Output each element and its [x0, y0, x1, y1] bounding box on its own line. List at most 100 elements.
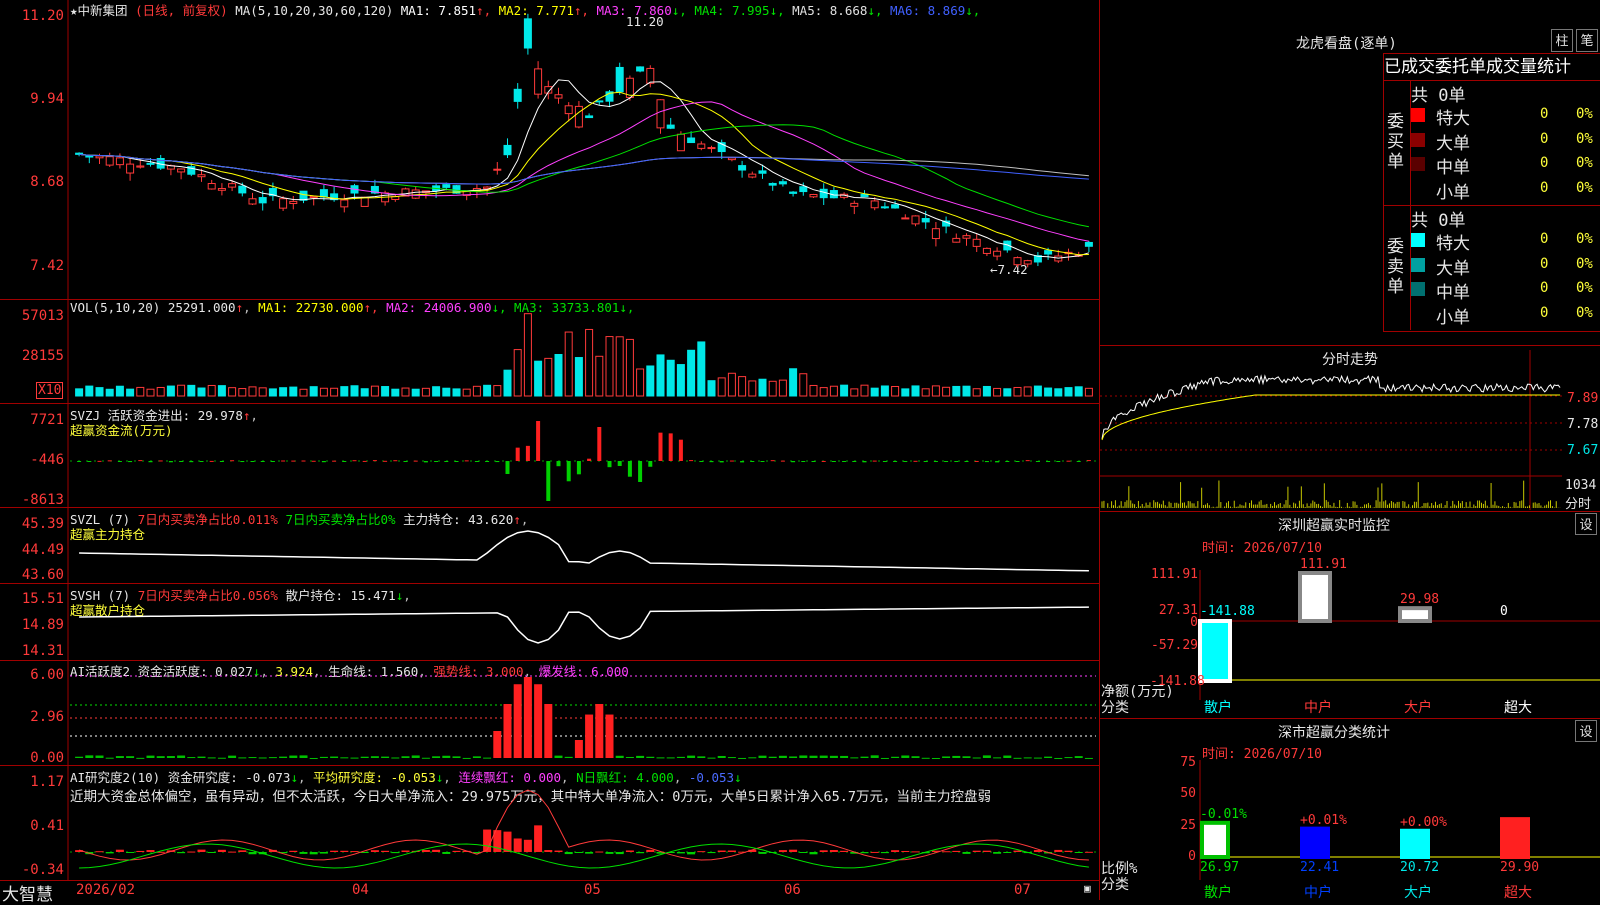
date-1: 04 [352, 882, 369, 898]
svzl-axis-1: 44.49 [21, 542, 64, 558]
vol-ma-label-2: MA2: 24006.900 [386, 300, 492, 315]
ma-label-arrow-5: ↓, [867, 3, 890, 18]
svsh-axis-1: 14.89 [21, 617, 64, 633]
buy-side-label: 委买单 [1387, 112, 1404, 172]
date-2: 05 [584, 882, 601, 898]
lhb-title: 龙虎看盘(逐单) [1296, 36, 1397, 52]
tab-executed[interactable]: 已成交 [1384, 57, 1435, 77]
sell-row-0-swatch [1411, 233, 1425, 247]
price-legend: ★中新集团 (日线, 前复权) MA(5,10,20,30,60,120) MA… [70, 0, 980, 19]
intraday-vol-label: 分时 [1565, 497, 1592, 512]
sz-class-change-1: +0.01% [1300, 812, 1347, 828]
sz-class-settings-button[interactable]: 设 [1575, 720, 1597, 742]
vol-ma-label-3: MA3: 33733.801 [514, 300, 620, 315]
sz-class-change-2: +0.00% [1400, 814, 1447, 830]
high-mark: 11.20 [626, 14, 664, 29]
sell-row-3-count: 0 [1540, 304, 1549, 321]
intraday-axis-2: 7.67 [1567, 443, 1599, 458]
date-3: 06 [784, 882, 801, 898]
sz-class-axis-1: 50 [1180, 786, 1196, 801]
sell-row-1-swatch [1411, 257, 1425, 272]
tab-orders[interactable]: 委托单 [1435, 57, 1486, 77]
ma-label-6: MA6: 8.869 [890, 3, 966, 18]
intraday-axis-0: 7.89 [1567, 391, 1599, 406]
sell-row-3-swatch [1411, 307, 1425, 321]
sz-class-value-2: 20.72 [1400, 860, 1440, 875]
ai-active-legend: AI活跃度2 资金活跃度: 0.027↓, 3.924, 生命线: 1.560,… [70, 664, 629, 679]
svzj-title: 超赢资金流(万元) [70, 423, 173, 438]
ai-research-axis-1: 0.41 [30, 818, 64, 834]
sz-class-title: 深市超赢分类统计 [1278, 725, 1390, 741]
stock-name: ★中新集团 [70, 3, 128, 18]
ai-active-axis-0: 6.00 [30, 667, 64, 683]
sz-class-box[interactable] [1100, 718, 1600, 719]
lock-icon[interactable]: ▣ [1084, 882, 1091, 895]
price-pane[interactable] [0, 0, 1100, 300]
price-axis-0: 11.20 [21, 8, 64, 24]
price-axis-3: 7.42 [30, 258, 64, 274]
chart-area[interactable]: ★中新集团 (日线, 前复权) MA(5,10,20,30,60,120) MA… [0, 0, 1100, 905]
ai-research-legend: AI研究度2(10) 资金研究度: -0.073↓, 平均研究度: -0.053… [70, 770, 742, 785]
sell-row-2-name: 中单 [1436, 283, 1470, 303]
sz-class-value-0: 26.97 [1200, 860, 1240, 875]
sz-class-value-3: 29.90 [1500, 860, 1540, 875]
buy-row-0-pct: 0% [1576, 106, 1593, 122]
vol-axis-0: 57013 [21, 308, 64, 324]
svsh-title: 超赢散户持仓 [70, 603, 146, 618]
ma-header: MA(5,10,20,30,60,120) [235, 3, 394, 18]
sz-monitor-bar-label-0: -141.88 [1200, 604, 1255, 619]
buy-row-2-swatch [1411, 157, 1425, 171]
sz-monitor-bar-label-2: 29.98 [1400, 592, 1440, 608]
ai-summary: 近期大资金总体偏空，虽有异动，但不太活跃，今日大单净流入：29.975万元，其中… [70, 789, 992, 805]
sz-class-cat-0: 散户 [1204, 885, 1232, 901]
vol-header: VOL(5,10,20) [70, 300, 161, 315]
buy-row-2-name: 中单 [1436, 158, 1470, 178]
sz-class-axis-2: 25 [1180, 818, 1196, 833]
vol-axis-1: 28155 [21, 348, 64, 364]
buy-row-3-swatch [1411, 182, 1425, 196]
ma-label-2: MA2: 7.771 [498, 3, 574, 18]
ma-label-1: MA1: 7.851 [400, 3, 477, 18]
vol-ma-label-arrow-1: ↑, [363, 300, 387, 315]
ma-label-arrow-2: ↑, [573, 3, 597, 18]
sz-monitor-settings-button[interactable]: 设 [1575, 513, 1597, 535]
svsh-axis-2: 14.31 [21, 643, 64, 659]
buy-row-3-pct: 0% [1576, 179, 1593, 196]
sz-class-xlabel: 分类 [1101, 877, 1129, 893]
sz-monitor-axis-3: -57.29 [1151, 638, 1198, 653]
pen-mode-button[interactable]: 笔 [1576, 29, 1598, 52]
sz-monitor-xlabel: 分类 [1101, 700, 1129, 716]
sz-monitor-cat-3: 超大 [1504, 700, 1532, 716]
sz-class-value-1: 22.41 [1300, 860, 1340, 875]
buy-row-1-pct: 0% [1576, 130, 1593, 147]
vol-ma-label-arrow-2: ↓, [491, 300, 515, 315]
sell-row-1-count: 0 [1540, 255, 1549, 272]
sell-row-2-swatch [1411, 282, 1425, 296]
buy-row-3-count: 0 [1540, 179, 1549, 196]
tab-volume-stats[interactable]: 成交量统计 [1486, 57, 1571, 77]
ma-label-arrow-6: ↓, [965, 3, 981, 18]
sz-monitor-cat-2: 大户 [1404, 700, 1432, 716]
sell-row-0-pct: 0% [1576, 231, 1593, 247]
sz-monitor-axis-0: 111.91 [1151, 567, 1198, 582]
sz-class-axis-0: 75 [1180, 755, 1196, 770]
sell-row-0-name: 特大 [1436, 234, 1470, 254]
price-axis-2: 8.68 [30, 174, 64, 190]
sz-class-time: 时间: 2026/07/10 [1202, 747, 1322, 762]
ma-label-arrow-1: ↑, [476, 3, 499, 18]
sell-total: 共 0单 [1411, 211, 1466, 231]
sell-row-1-name: 大单 [1436, 258, 1470, 279]
ai-active-axis-2: 0.00 [30, 750, 64, 766]
date-4: 07 [1014, 882, 1031, 898]
svzl-axis-2: 43.60 [21, 567, 64, 583]
lhb-tabs: 已成交委托单成交量统计 [1383, 53, 1600, 81]
low-mark: ←7.42 [990, 262, 1028, 277]
sz-class-cat-1: 中户 [1304, 885, 1332, 901]
sell-side-label: 委卖单 [1387, 237, 1404, 297]
buy-row-1-swatch [1411, 132, 1425, 147]
bar-mode-button[interactable]: 柱 [1551, 29, 1573, 52]
sz-class-axis-3: 0 [1188, 849, 1196, 864]
date-0: 2026/02 [76, 882, 136, 898]
intraday-box[interactable] [1100, 345, 1600, 512]
ma-label-4: MA4: 7.995 [694, 3, 770, 18]
